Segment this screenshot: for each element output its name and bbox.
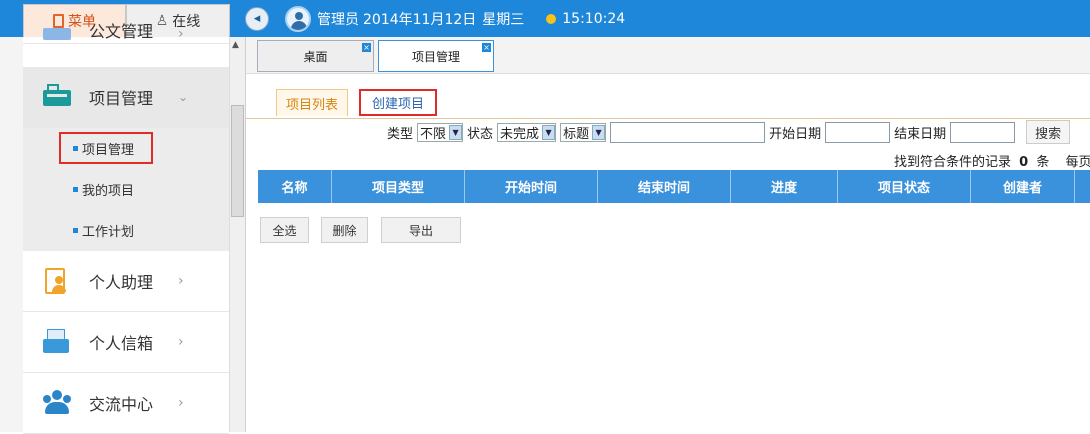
chevron-down-icon: ▼ [542,125,555,140]
start-date-input[interactable] [825,122,890,143]
sidebar-item-label: 交流中心 [89,391,153,415]
search-button[interactable]: 搜索 [1026,120,1070,144]
close-icon[interactable]: × [482,43,491,52]
mailbox-icon [43,329,71,355]
sidebar-subitem-work-plan[interactable]: 工作计划 [23,210,229,251]
tab-desktop[interactable]: 桌面 × [257,40,374,72]
export-button[interactable]: 导出 [381,217,461,243]
sidebar-item-personal-assistant[interactable]: 个人助理 › [23,251,229,312]
per-page-label: 每页 [1066,155,1090,170]
bullet-icon [73,228,78,233]
field-select[interactable]: 标题 ▼ [560,123,606,142]
sidebar-subitem-my-projects[interactable]: 我的项目 [23,169,229,210]
document-folder-icon [43,28,71,42]
tab-label: 桌面 [303,48,327,65]
sidebar-item-label: 项目管理 [89,85,153,109]
group-icon [43,390,71,416]
record-count-value: 0 [1019,155,1028,170]
chevron-right-icon: › [178,395,184,411]
column-header[interactable]: 项目类型 [332,170,465,203]
delete-button[interactable]: 删除 [321,217,368,243]
admin-avatar-icon [285,6,311,32]
chevron-down-icon: ▼ [449,125,462,140]
chevron-right-icon: › [178,334,184,350]
chevron-down-icon: ▼ [592,125,605,140]
sidebar-item-communication[interactable]: 交流中心 › [23,373,229,434]
sidebar-item-documents[interactable]: 公文管理 › [23,7,229,44]
tab-create-project[interactable]: 创建项目 [359,89,437,116]
record-count: 找到符合条件的记录 0 条 每页 [894,151,1090,170]
sidebar-item-label: 公文管理 [89,18,153,42]
bullet-icon [73,187,78,192]
tab-strip: 桌面 × 项目管理 × [246,37,1090,74]
tab-label: 项目管理 [412,48,460,65]
column-header[interactable]: 名称 [258,170,332,203]
subtab-divider [246,118,1090,119]
filter-bar: 类型 不限 ▼ 状态 未完成 ▼ 标题 ▼ 开始日期 结束日期 搜索 [387,121,1070,143]
tab-project-management[interactable]: 项目管理 × [378,40,494,72]
subitem-label: 我的项目 [82,180,134,199]
briefcase-icon [43,84,71,110]
person-card-icon [43,268,71,294]
table-header: 名称 项目类型 开始时间 结束时间 进度 项目状态 创建者 [258,170,1090,203]
column-header[interactable]: 创建者 [971,170,1075,203]
sidebar-scrollbar[interactable]: ▲ [229,37,246,432]
sidebar-item-label: 个人助理 [89,269,153,293]
current-time: 15:10:24 [562,11,625,27]
end-date-input[interactable] [950,122,1015,143]
type-select[interactable]: 不限 ▼ [417,123,463,142]
sidebar-item-label: 个人信箱 [89,330,153,354]
sidebar-item-mailbox[interactable]: 个人信箱 › [23,312,229,373]
current-weekday: 星期三 [482,9,524,29]
subitem-label: 工作计划 [82,221,134,240]
column-header[interactable]: 进度 [731,170,838,203]
current-date: 2014年11月12日 [363,9,476,29]
chevron-right-icon: › [178,273,184,289]
column-header[interactable]: 开始时间 [465,170,598,203]
tab-project-list[interactable]: 项目列表 [276,89,348,116]
column-header[interactable]: 结束时间 [598,170,731,203]
clock-icon [546,14,556,24]
sidebar-subitem-project-management[interactable]: 项目管理 [23,128,229,169]
end-date-label: 结束日期 [894,123,946,142]
start-date-label: 开始日期 [769,123,821,142]
type-label: 类型 [387,123,413,142]
chevron-right-icon: › [178,26,184,42]
sidebar-gutter [0,37,23,432]
keyword-input[interactable] [610,122,765,143]
column-header[interactable]: 项目状态 [838,170,971,203]
main-panel: 桌面 × 项目管理 × 项目列表 创建项目 类型 不限 ▼ 状态 未完成 ▼ 标… [246,37,1090,432]
column-header-extra [1075,170,1090,203]
close-icon[interactable]: × [362,43,371,52]
collapse-sidebar-button[interactable]: ◂ [245,7,269,31]
status-label: 状态 [467,123,493,142]
status-select[interactable]: 未完成 ▼ [497,123,556,142]
select-all-button[interactable]: 全选 [260,217,309,243]
user-name: 管理员 [317,9,359,29]
top-info: ◂ 管理员 2014年11月12日 星期三 15:10:24 [244,0,625,37]
scroll-up-icon[interactable]: ▲ [232,40,239,50]
scrollbar-thumb[interactable] [231,105,244,217]
sidebar: 公文管理 › 项目管理 ⌄ 项目管理 我的项目 工作计划 个人助理 › [0,37,246,432]
chevron-down-icon: ⌄ [178,90,188,104]
sidebar-item-projects[interactable]: 项目管理 ⌄ [23,67,229,128]
